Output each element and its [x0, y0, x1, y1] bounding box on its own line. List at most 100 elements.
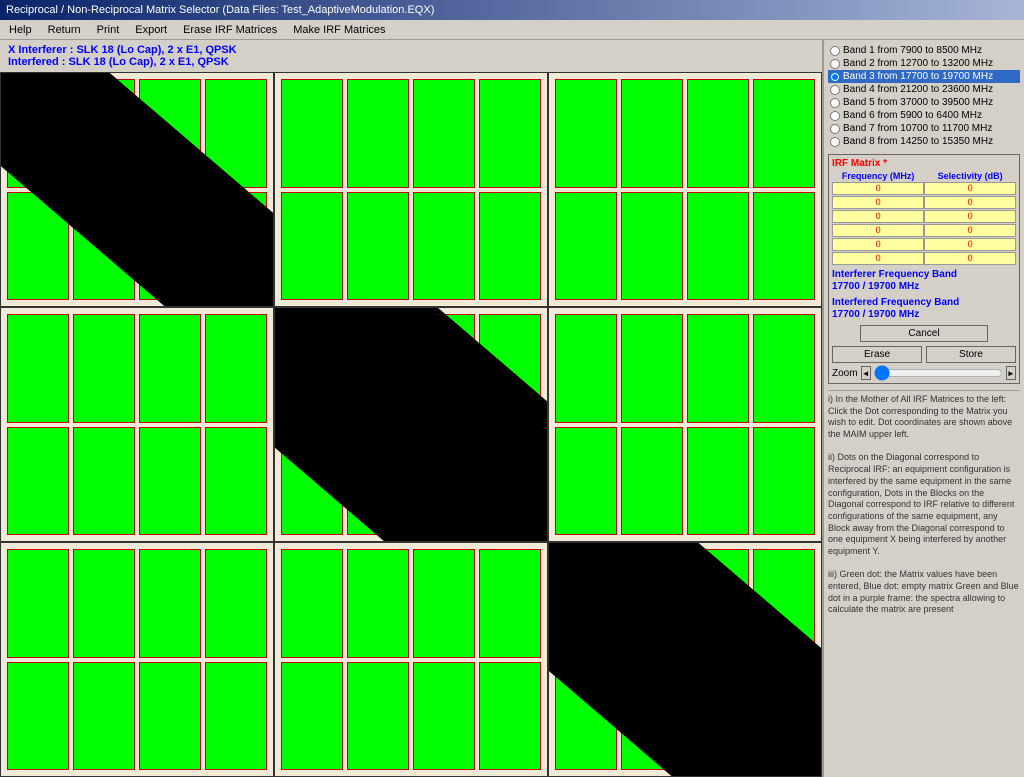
green-square	[73, 314, 135, 423]
irf-freq-input-4[interactable]	[832, 238, 924, 251]
matrix-cell-1-1[interactable]	[274, 307, 548, 542]
irf-freq-input-2[interactable]	[832, 210, 924, 223]
menu-erase-irf[interactable]: Erase IRF Matrices	[180, 23, 280, 37]
matrix-cell-2-0[interactable]	[0, 542, 274, 777]
cancel-button[interactable]: Cancel	[860, 325, 989, 342]
green-square	[347, 192, 409, 301]
menu-print[interactable]: Print	[94, 23, 123, 37]
green-square	[413, 192, 475, 301]
zoom-left-arrow[interactable]: ◄	[861, 366, 871, 380]
green-square	[7, 662, 69, 771]
menu-make-irf[interactable]: Make IRF Matrices	[290, 23, 388, 37]
green-square	[479, 549, 541, 658]
irf-col-sel: Selectivity (dB)	[924, 171, 1016, 181]
band-option-5[interactable]: Band 5 from 37000 to 39500 MHz	[828, 96, 1020, 109]
green-square	[687, 427, 749, 536]
matrix-wrapper	[0, 72, 822, 777]
main-container: X Interferer : SLK 18 (Lo Cap), 2 x E1, …	[0, 40, 1024, 777]
green-square	[347, 79, 409, 188]
interfered-label: Interfered : SLK 18 (Lo Cap), 2 x E1, QP…	[8, 56, 814, 68]
menu-help[interactable]: Help	[6, 23, 35, 37]
band-radio-7[interactable]	[830, 124, 840, 134]
green-square	[479, 79, 541, 188]
matrix-cell-0-0[interactable]	[0, 72, 274, 307]
green-square	[753, 427, 815, 536]
help-text: i) In the Mother of All IRF Matrices to …	[828, 390, 1020, 616]
matrix-cell-1-2[interactable]	[548, 307, 822, 542]
irf-sel-input-3[interactable]	[924, 224, 1016, 237]
matrix-cell-2-2[interactable]	[548, 542, 822, 777]
band-option-3[interactable]: Band 3 from 17700 to 19700 MHz	[828, 70, 1020, 83]
green-square	[479, 662, 541, 771]
matrix-cell-1-0[interactable]	[0, 307, 274, 542]
green-square	[413, 662, 475, 771]
green-square	[7, 549, 69, 658]
band-radio-5[interactable]	[830, 98, 840, 108]
green-square	[347, 662, 409, 771]
band-option-8[interactable]: Band 8 from 14250 to 15350 MHz	[828, 135, 1020, 148]
menu-export[interactable]: Export	[132, 23, 170, 37]
band-radio-1[interactable]	[830, 46, 840, 56]
band-radio-2[interactable]	[830, 59, 840, 69]
band-radio-6[interactable]	[830, 111, 840, 121]
irf-row-5	[832, 251, 1016, 265]
green-square	[687, 192, 749, 301]
left-panel: X Interferer : SLK 18 (Lo Cap), 2 x E1, …	[0, 40, 824, 777]
band-option-7[interactable]: Band 7 from 10700 to 11700 MHz	[828, 122, 1020, 135]
matrix-cell-0-1[interactable]	[274, 72, 548, 307]
action-buttons: Erase Store	[832, 346, 1016, 363]
interfered-freq-label: Interfered Frequency Band 17700 / 19700 …	[832, 297, 1016, 321]
irf-freq-input-1[interactable]	[832, 196, 924, 209]
irf-table: Frequency (MHz) Selectivity (dB)	[832, 171, 1016, 265]
title-bar: Reciprocal / Non-Reciprocal Matrix Selec…	[0, 0, 1024, 20]
band-label-2: Band 2 from 12700 to 13200 MHz	[843, 58, 993, 69]
green-square	[413, 79, 475, 188]
green-square	[281, 192, 343, 301]
green-square	[753, 314, 815, 423]
irf-row-2	[832, 209, 1016, 223]
green-square	[621, 427, 683, 536]
right-panel: Band 1 from 7900 to 8500 MHz Band 2 from …	[824, 40, 1024, 777]
band-label-4: Band 4 from 21200 to 23600 MHz	[843, 84, 993, 95]
irf-sel-input-0[interactable]	[924, 182, 1016, 195]
irf-freq-input-3[interactable]	[832, 224, 924, 237]
green-square	[555, 192, 617, 301]
store-button[interactable]: Store	[926, 346, 1016, 363]
green-square	[281, 79, 343, 188]
green-square	[205, 549, 267, 658]
green-square	[205, 427, 267, 536]
green-square	[687, 314, 749, 423]
band-label-3: Band 3 from 17700 to 19700 MHz	[843, 71, 993, 82]
irf-matrix-title: IRF Matrix *	[832, 158, 1016, 169]
irf-freq-input-0[interactable]	[832, 182, 924, 195]
band-radio-4[interactable]	[830, 85, 840, 95]
green-square	[139, 549, 201, 658]
irf-freq-input-5[interactable]	[832, 252, 924, 265]
green-square	[205, 314, 267, 423]
band-option-4[interactable]: Band 4 from 21200 to 23600 MHz	[828, 83, 1020, 96]
band-radio-8[interactable]	[830, 137, 840, 147]
band-option-2[interactable]: Band 2 from 12700 to 13200 MHz	[828, 57, 1020, 70]
band-option-1[interactable]: Band 1 from 7900 to 8500 MHz	[828, 44, 1020, 57]
menu-return[interactable]: Return	[45, 23, 84, 37]
irf-sel-input-4[interactable]	[924, 238, 1016, 251]
green-square	[555, 314, 617, 423]
zoom-right-arrow[interactable]: ►	[1006, 366, 1016, 380]
band-radio-3[interactable]	[830, 72, 840, 82]
irf-sel-input-2[interactable]	[924, 210, 1016, 223]
matrix-cell-2-1[interactable]	[274, 542, 548, 777]
irf-sel-input-1[interactable]	[924, 196, 1016, 209]
zoom-label: Zoom	[832, 368, 858, 379]
irf-sel-input-5[interactable]	[924, 252, 1016, 265]
zoom-row: Zoom ◄ ►	[832, 366, 1016, 380]
green-square	[413, 549, 475, 658]
matrix-cell-0-2[interactable]	[548, 72, 822, 307]
zoom-slider[interactable]	[874, 367, 1003, 379]
info-header: X Interferer : SLK 18 (Lo Cap), 2 x E1, …	[0, 40, 822, 72]
band-option-6[interactable]: Band 6 from 5900 to 6400 MHz	[828, 109, 1020, 122]
irf-matrix-box: IRF Matrix * Frequency (MHz) Selectivity…	[828, 154, 1020, 384]
green-square	[479, 192, 541, 301]
band-label-1: Band 1 from 7900 to 8500 MHz	[843, 45, 982, 56]
erase-button[interactable]: Erase	[832, 346, 922, 363]
irf-row-4	[832, 237, 1016, 251]
